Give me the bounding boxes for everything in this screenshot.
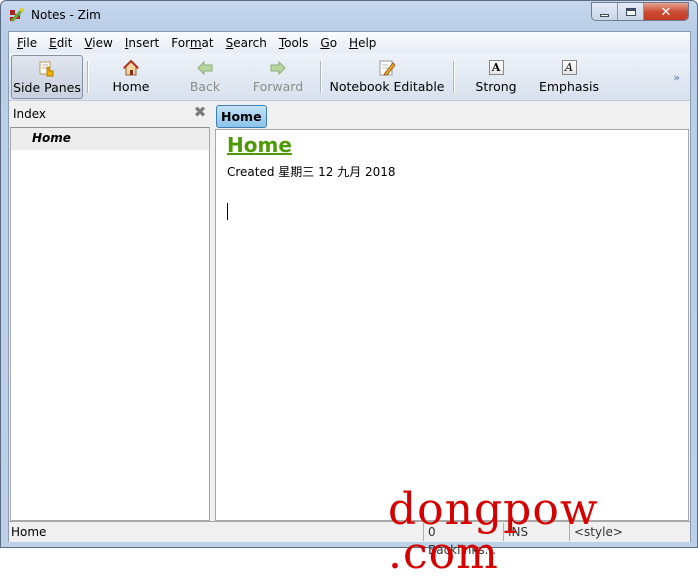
close-pane-icon[interactable]: ✖ [193,105,207,120]
toolbar-separator [453,60,454,93]
title-bar[interactable]: Notes - Zim ✕ [1,1,697,31]
menu-tools[interactable]: Tools [273,36,315,50]
menu-edit[interactable]: Edit [43,36,78,50]
toolbar: Side Panes Home Back Forward Notebook Ed… [9,53,690,101]
side-panes-icon [38,60,56,78]
notebook-editable-button[interactable]: Notebook Editable [325,55,449,99]
editor-area: Home Home Created 星期三 12 九月 2018 [215,103,689,521]
index-tree[interactable]: Home [10,127,210,521]
back-arrow-icon [196,59,214,77]
strong-label: Strong [475,78,517,94]
watermark-text: dongpow .com [388,484,599,579]
index-pane: Index ✖ Home [9,103,210,521]
edit-pencil-icon [378,59,396,77]
side-panes-button[interactable]: Side Panes [11,54,83,99]
status-page-name: Home [11,525,47,539]
minimize-button[interactable] [592,3,618,20]
forward-label: Forward [252,78,304,94]
menu-insert[interactable]: Insert [119,36,165,50]
menu-bar: File Edit View Insert Format Search Tools Go Hel… [9,32,690,53]
home-button[interactable]: Home [92,55,170,99]
window-title: Notes - Zim [31,8,101,22]
menu-file[interactable]: File [11,36,43,50]
index-item-home[interactable]: Home [11,128,209,150]
emphasis-label: Emphasis [538,78,600,94]
page-heading: Home [227,133,292,157]
menu-help[interactable]: Help [343,36,382,50]
index-pane-title: Index [13,107,47,121]
text-cursor [227,203,228,220]
page-editor[interactable]: Home Created 星期三 12 九月 2018 [215,129,689,521]
menu-go[interactable]: Go [314,36,343,50]
notebook-editable-label: Notebook Editable [329,78,445,94]
back-label: Back [189,78,221,94]
created-date: Created 星期三 12 九月 2018 [227,165,396,179]
emphasis-button[interactable]: A Emphasis [534,55,604,99]
minimize-icon [600,13,609,17]
bold-icon: A [487,59,505,77]
menu-search[interactable]: Search [220,36,273,50]
window-controls: ✕ [591,2,689,21]
maximize-button[interactable] [618,3,644,20]
home-label: Home [112,78,150,94]
app-window: Notes - Zim ✕ File Edit View Insert Format Se… [0,0,698,557]
italic-icon: A [560,59,578,77]
toolbar-separator [87,60,88,93]
zim-app-icon [10,7,25,23]
back-button[interactable]: Back [170,55,240,99]
close-button[interactable]: ✕ [644,3,688,20]
toolbar-separator [320,60,321,93]
side-panes-label: Side Panes [13,79,81,95]
maximize-icon [625,8,636,16]
home-icon [122,59,140,77]
forward-arrow-icon [269,59,287,77]
toolbar-overflow-icon[interactable]: » [673,71,680,84]
close-icon: ✕ [660,4,672,20]
client-area: File Edit View Insert Format Search Tools Go Hel… [8,31,691,557]
menu-format[interactable]: Format [165,36,219,50]
menu-view[interactable]: View [78,36,118,50]
strong-button[interactable]: A Strong [458,55,534,99]
forward-button[interactable]: Forward [240,55,316,99]
page-tab-home[interactable]: Home [216,105,267,128]
